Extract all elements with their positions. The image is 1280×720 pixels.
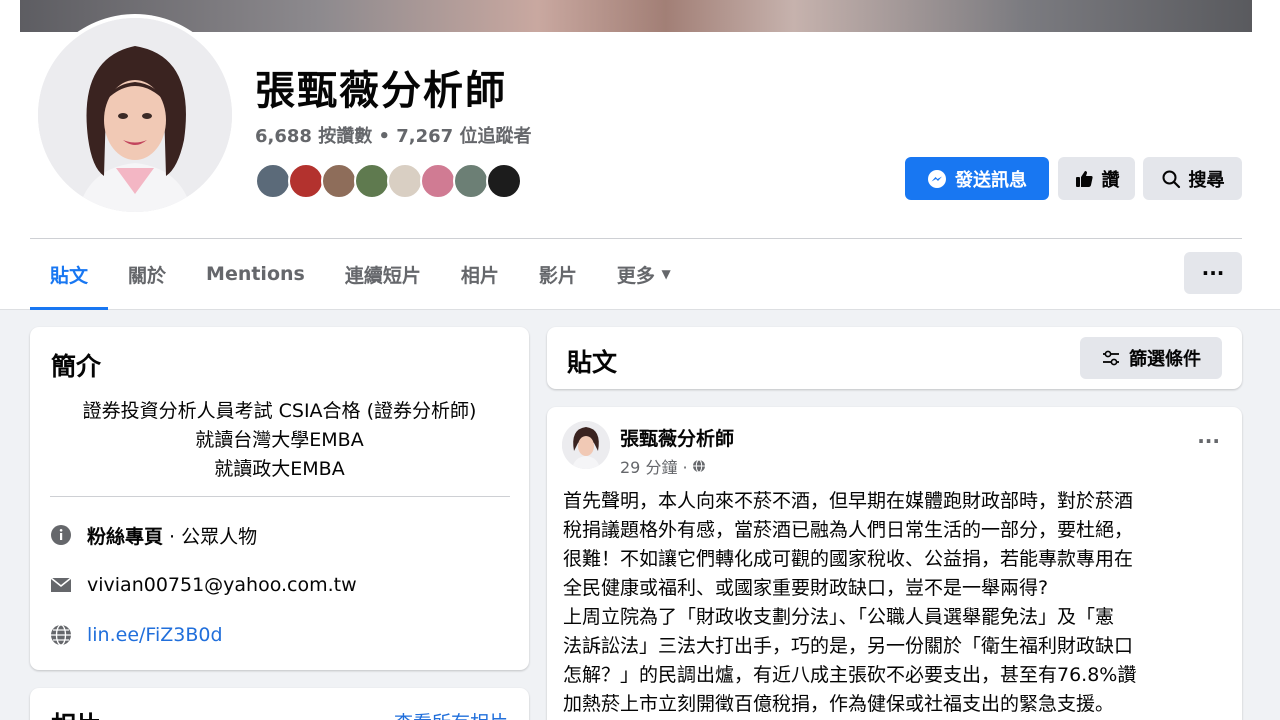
post-meta: 29 分鐘 · (620, 454, 706, 478)
search-button[interactable]: 搜尋 (1143, 157, 1242, 200)
messenger-icon (928, 169, 946, 188)
globe-icon (49, 623, 73, 647)
post-text-line: 稅捐議題格外有感，當菸酒已融為人們日常生活的一部分，要杜絕， (563, 519, 1134, 541)
filter-sliders-icon (1103, 350, 1119, 366)
category-label: 粉絲專頁 (87, 525, 164, 548)
send-message-label: 發送訊息 (955, 169, 1027, 191)
tab-more[interactable]: 更多 ▼ (597, 240, 691, 308)
friend-avatar[interactable] (255, 163, 291, 199)
intro-card: 簡介 證券投資分析人員考試 CSIA合格 (證券分析師) 就讀台灣大學EMBA … (30, 327, 529, 670)
friend-avatar[interactable] (354, 163, 390, 199)
post-author-name[interactable]: 張甄薇分析師 (620, 424, 734, 451)
header-divider (30, 238, 1242, 239)
more-options-button[interactable]: ··· (1184, 252, 1242, 294)
intro-bio: 證券投資分析人員考試 CSIA合格 (證券分析師) 就讀台灣大學EMBA 就讀政… (30, 397, 529, 484)
info-icon (49, 523, 73, 547)
bio-line: 就讀台灣大學EMBA (195, 429, 364, 451)
tab-reels[interactable]: 連續短片 (325, 240, 441, 308)
friend-avatar[interactable] (321, 163, 357, 199)
friend-avatar[interactable] (387, 163, 423, 199)
public-globe-icon[interactable] (692, 459, 706, 473)
search-label: 搜尋 (1188, 169, 1225, 191)
email-address[interactable]: vivian00751@yahoo.com.tw (87, 574, 357, 596)
bio-line: 證券投資分析人員考試 CSIA合格 (證券分析師) (82, 400, 477, 422)
see-all-photos-link[interactable]: 查看所有相片 (394, 708, 508, 720)
likes-followers-count[interactable]: 6,688 按讚數 • 7,267 位追蹤者 (255, 126, 531, 147)
friend-avatar[interactable] (453, 163, 489, 199)
search-icon (1162, 170, 1180, 188)
intro-divider (50, 496, 510, 497)
tab-mentions[interactable]: Mentions (186, 240, 325, 308)
like-button[interactable]: 讚 (1058, 157, 1135, 200)
post-text-line: 上周立院為了「財政收支劃分法」、「公職人員選舉罷免法」及「憲 (563, 606, 1115, 628)
post-card: 張甄薇分析師 29 分鐘 · ··· 首先聲明，本人向來不菸不酒，但早期在媒體跑… (547, 407, 1242, 720)
post-timestamp[interactable]: 29 分鐘 · (620, 454, 688, 478)
post-text-line: 怎解？」的民調出爐，有近八成主張砍不必要支出，甚至有76.8%讚 (563, 664, 1137, 686)
post-text-line: 法訴訟法」三法大打出手，巧的是，另一份關於「衛生福利財政缺口 (563, 635, 1134, 657)
friend-avatars[interactable] (255, 163, 522, 199)
post-author-avatar[interactable] (562, 421, 610, 469)
filter-button[interactable]: 篩選條件 (1080, 337, 1222, 379)
profile-header: 張甄薇分析師 6,688 按讚數 • 7,267 位追蹤者 發送訊息 讚 搜尋 (0, 0, 1280, 310)
intro-title: 簡介 (51, 352, 102, 381)
like-label: 讚 (1101, 169, 1120, 191)
post-text: 首先聲明，本人向來不菸不酒，但早期在媒體跑財政部時，對於菸酒 稅捐議題格外有感，… (563, 487, 1229, 719)
post-text-line: 很難！不如讓它們轉化成可觀的國家稅收、公益捐，若能專款專用在 (563, 548, 1134, 570)
profile-picture[interactable] (34, 14, 236, 216)
filter-label: 篩選條件 (1129, 349, 1201, 370)
photos-title: 相片 (51, 706, 101, 720)
friend-avatar[interactable] (288, 163, 324, 199)
email-row: vivian00751@yahoo.com.tw (49, 570, 357, 600)
posts-title: 貼文 (567, 348, 618, 377)
category-value: · 公眾人物 (163, 525, 258, 548)
thumbs-up-icon (1075, 170, 1093, 187)
cover-photo[interactable] (0, 0, 1280, 32)
post-text-line: 首先聲明，本人向來不菸不酒，但早期在媒體跑財政部時，對於菸酒 (563, 490, 1134, 512)
page-stats[interactable]: 6,688 按讚數 • 7,267 位追蹤者 (255, 122, 531, 148)
photos-card: 相片 查看所有相片 (30, 688, 529, 720)
page-title: 張甄薇分析師 (255, 68, 507, 114)
tab-photos[interactable]: 相片 (441, 240, 519, 308)
page-tabs: 貼文 關於 Mentions 連續短片 相片 影片 更多 ▼ (30, 240, 691, 310)
send-message-button[interactable]: 發送訊息 (905, 157, 1049, 200)
post-text-line: 加熱菸上市立刻開徵百億稅捐，作為健保或社福支出的緊急支援。 (563, 693, 1115, 715)
email-icon (49, 573, 73, 597)
tab-about[interactable]: 關於 (108, 240, 186, 308)
friend-avatar[interactable] (420, 163, 456, 199)
posts-header-card: 貼文 篩選條件 (547, 327, 1242, 389)
website-row: lin.ee/FiZ3B0d (49, 620, 223, 650)
bio-line: 就讀政大EMBA (214, 458, 345, 480)
post-text-line: 全民健康或福利、或國家重要財政缺口，豈不是一舉兩得? (563, 577, 1049, 599)
friend-avatar[interactable] (486, 163, 522, 199)
caret-down-icon: ▼ (661, 267, 671, 281)
tab-posts[interactable]: 貼文 (30, 240, 109, 310)
page-category-row: 粉絲專頁 · 公眾人物 (49, 520, 257, 550)
post-options-button[interactable]: ··· (1197, 429, 1220, 453)
profile-portrait-image (38, 18, 232, 212)
website-link[interactable]: lin.ee/FiZ3B0d (87, 624, 223, 646)
tab-videos[interactable]: 影片 (519, 240, 597, 308)
more-dots-icon: ··· (1201, 261, 1225, 285)
